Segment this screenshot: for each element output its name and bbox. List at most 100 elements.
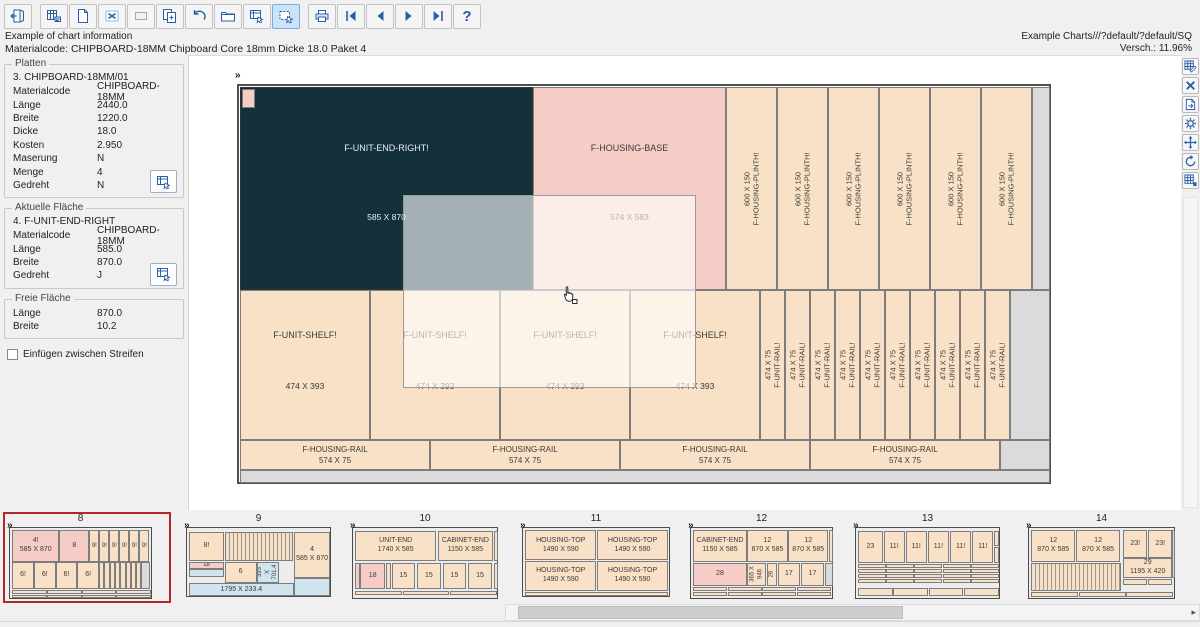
- delete-chart-button[interactable]: [98, 4, 126, 29]
- pattern-number[interactable]: 13: [908, 513, 948, 524]
- panel-piece[interactable]: 474 X 75F-UNIT-RAIL!: [885, 290, 910, 440]
- panel-piece[interactable]: [914, 579, 942, 583]
- panel-piece[interactable]: HOUSING-TOP1490 X 590: [525, 530, 596, 560]
- open-button[interactable]: [214, 4, 242, 29]
- zoom-select-button[interactable]: [272, 4, 300, 29]
- panel-piece[interactable]: 600 X 150F-HOUSING-PLINTH!: [981, 87, 1032, 290]
- pattern-number[interactable]: 11: [576, 513, 616, 524]
- panel-piece[interactable]: [943, 564, 971, 568]
- panel-piece[interactable]: 12870 X 585: [747, 530, 787, 562]
- panel-piece[interactable]: 474 X 75F-UNIT-RAIL!: [860, 290, 885, 440]
- panel-piece[interactable]: [355, 563, 359, 590]
- insert-between-strips-checkbox[interactable]: [7, 349, 18, 360]
- panel-piece[interactable]: [1079, 592, 1126, 597]
- panel-piece[interactable]: [929, 588, 964, 596]
- panel-piece[interactable]: 11!: [884, 531, 905, 563]
- panel-piece[interactable]: [971, 564, 999, 568]
- panel-piece[interactable]: [886, 579, 914, 583]
- rotate-piece-button[interactable]: [1182, 153, 1199, 170]
- scroll-right-arrow-icon[interactable]: ▸: [1191, 607, 1196, 618]
- panel-piece[interactable]: [225, 532, 293, 561]
- edit-pattern-button[interactable]: [1182, 58, 1199, 75]
- horizontal-scrollbar[interactable]: ▸: [505, 604, 1200, 621]
- panel-piece[interactable]: [964, 588, 999, 596]
- delete-piece-button[interactable]: [1182, 77, 1199, 94]
- panel-piece[interactable]: [858, 564, 886, 568]
- panel-piece[interactable]: F-HOUSING-RAIL574 X 75: [430, 440, 620, 470]
- panel-piece[interactable]: 474 X 75F-UNIT-RAIL!: [960, 290, 985, 440]
- pattern-thumbnail[interactable]: 2311!11!11!11!11!: [855, 527, 1000, 599]
- panel-piece[interactable]: [971, 574, 999, 578]
- new-chart-button[interactable]: [69, 4, 97, 29]
- panel-piece[interactable]: [294, 578, 330, 596]
- panel-piece[interactable]: [762, 587, 796, 592]
- panel-piece[interactable]: [240, 470, 1050, 483]
- panel-piece[interactable]: [450, 591, 497, 595]
- panel-piece[interactable]: F-UNIT-SHELF!474 X 393: [240, 290, 370, 440]
- panel-piece[interactable]: 15: [443, 563, 466, 590]
- panel-piece[interactable]: 12870 X 585: [788, 530, 828, 562]
- platten-transfer-button[interactable]: [150, 170, 177, 193]
- panel-piece[interactable]: [893, 588, 928, 596]
- panel-piece[interactable]: 28: [693, 563, 747, 586]
- panel-piece[interactable]: [886, 564, 914, 568]
- panel-piece[interactable]: 393 X 701.4: [257, 562, 279, 583]
- panel-piece[interactable]: 474 X 75F-UNIT-RAIL!: [835, 290, 860, 440]
- panel-piece[interactable]: [1123, 579, 1147, 585]
- pattern-thumbnail[interactable]: HOUSING-TOP1490 X 590HOUSING-TOP1490 X 5…: [522, 527, 670, 597]
- prev-chart-button[interactable]: [366, 4, 394, 29]
- panel-piece[interactable]: CABINET-END1150 X 585: [438, 531, 493, 561]
- panel-piece[interactable]: [1172, 530, 1174, 578]
- pattern-thumbnail[interactable]: 8!4585 X 870186393 X 701.41795 X 233.4: [186, 527, 331, 597]
- panel-piece[interactable]: [403, 591, 450, 595]
- panel-piece[interactable]: [886, 569, 914, 573]
- panel-piece[interactable]: 6: [225, 562, 257, 583]
- panel-piece[interactable]: 15: [417, 563, 440, 590]
- panel-piece[interactable]: [914, 569, 942, 573]
- panel-piece[interactable]: 23: [858, 531, 883, 563]
- panel-piece[interactable]: [728, 592, 762, 597]
- panel-piece[interactable]: [994, 547, 998, 563]
- panel-piece[interactable]: 291195 X 420: [1123, 558, 1172, 577]
- panel-piece[interactable]: 600 X 150F-HOUSING-PLINTH!: [879, 87, 930, 290]
- help-button[interactable]: ?: [453, 4, 481, 29]
- panel-piece[interactable]: [1148, 579, 1172, 585]
- panel-piece[interactable]: 600 X 150F-HOUSING-PLINTH!: [726, 87, 777, 290]
- last-chart-button[interactable]: [424, 4, 452, 29]
- panel-piece[interactable]: 4585 X 870: [294, 532, 330, 578]
- panel-piece[interactable]: [189, 569, 224, 577]
- panel-piece[interactable]: [858, 588, 893, 596]
- panel-piece[interactable]: [386, 563, 391, 590]
- panel-piece[interactable]: [1032, 87, 1050, 290]
- panel-piece[interactable]: [825, 563, 833, 586]
- panel-piece[interactable]: 11!: [928, 531, 949, 563]
- panel-piece[interactable]: [858, 579, 886, 583]
- panel-piece[interactable]: [242, 89, 255, 108]
- panel-piece[interactable]: [1031, 592, 1078, 597]
- panel-piece[interactable]: 12870 X 585: [1031, 530, 1075, 562]
- panel-piece[interactable]: [728, 587, 762, 592]
- panel-piece[interactable]: [829, 530, 833, 562]
- panel-piece[interactable]: 11!: [950, 531, 971, 563]
- aktuelle-transfer-button[interactable]: [150, 263, 177, 286]
- panel-piece[interactable]: [494, 563, 498, 590]
- panel-piece[interactable]: [1010, 290, 1050, 440]
- panel-piece[interactable]: [355, 591, 402, 595]
- panel-piece[interactable]: 600 X 150F-HOUSING-PLINTH!: [777, 87, 828, 290]
- panel-piece[interactable]: [797, 587, 831, 592]
- panel-piece[interactable]: 474 X 75F-UNIT-RAIL!: [810, 290, 835, 440]
- panel-piece[interactable]: [1126, 592, 1173, 597]
- panel-piece[interactable]: 474 X 75F-UNIT-RAIL!: [985, 290, 1010, 440]
- pattern-thumbnail[interactable]: CABINET-END1150 X 58512870 X 58512870 X …: [690, 527, 833, 599]
- panel-piece[interactable]: HOUSING-TOP1490 X 590: [597, 561, 668, 591]
- vertical-scrollbar[interactable]: [1183, 197, 1198, 508]
- next-chart-button[interactable]: [395, 4, 423, 29]
- horizontal-scrollbar-thumb[interactable]: [518, 606, 903, 619]
- panel-piece[interactable]: 23!: [1148, 530, 1172, 557]
- panel-piece[interactable]: [886, 574, 914, 578]
- pattern-number[interactable]: 9: [239, 513, 279, 524]
- panel-piece[interactable]: 474 X 75F-UNIT-RAIL!: [760, 290, 785, 440]
- pattern-number[interactable]: 14: [1082, 513, 1122, 524]
- panel-piece[interactable]: 12870 X 585: [1076, 530, 1120, 562]
- panel-piece[interactable]: 26: [767, 563, 777, 586]
